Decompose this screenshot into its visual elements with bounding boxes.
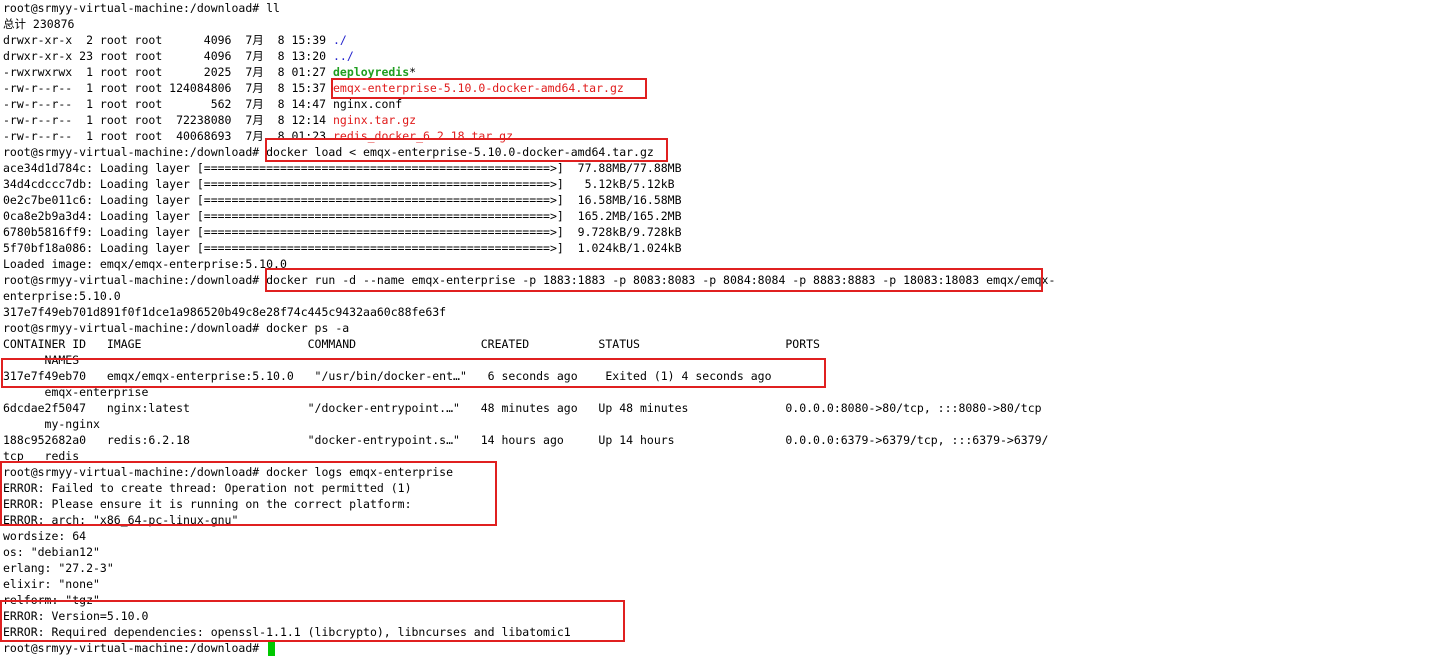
terminal-text: ERROR: Required dependencies: openssl-1.… bbox=[3, 625, 571, 639]
terminal-text: CONTAINER ID IMAGE COMMAND CREATED STATU… bbox=[3, 337, 820, 351]
terminal-text: root@srmyy-virtual-machine:/download# do… bbox=[3, 465, 454, 479]
terminal-line: wordsize: 64 bbox=[3, 528, 86, 544]
terminal-line: -rw-r--r-- 1 root root 124084806 7月 8 15… bbox=[3, 80, 624, 96]
terminal-line: drwxr-xr-x 2 root root 4096 7月 8 15:39 .… bbox=[3, 32, 347, 48]
terminal-line: 188c952682a0 redis:6.2.18 "docker-entryp… bbox=[3, 432, 1048, 448]
terminal-text: 0ca8e2b9a3d4: Loading layer [===========… bbox=[3, 209, 682, 223]
terminal-line: 总计 230876 bbox=[3, 16, 74, 32]
terminal-line: Loaded image: emqx/emqx-enterprise:5.10.… bbox=[3, 256, 287, 272]
terminal-text: ERROR: Please ensure it is running on th… bbox=[3, 497, 412, 511]
terminal-text: ERROR: Failed to create thread: Operatio… bbox=[3, 481, 412, 495]
terminal-text: Loaded image: emqx/emqx-enterprise:5.10.… bbox=[3, 257, 287, 271]
terminal-text: -rwxrwxrwx 1 root root 2025 7月 8 01:27 bbox=[3, 65, 333, 79]
terminal-line: -rw-r--r-- 1 root root 72238080 7月 8 12:… bbox=[3, 112, 416, 128]
terminal-text: -rw-r--r-- 1 root root 72238080 7月 8 12:… bbox=[3, 113, 333, 127]
terminal-text: -rw-r--r-- 1 root root 562 7月 8 14:47 ng… bbox=[3, 97, 403, 111]
terminal-line: root@srmyy-virtual-machine:/download# do… bbox=[3, 464, 453, 480]
terminal-line: ERROR: Required dependencies: openssl-1.… bbox=[3, 624, 571, 640]
terminal-line: ERROR: Please ensure it is running on th… bbox=[3, 496, 412, 512]
terminal-text: 317e7f49eb701d891f0f1dce1a986520b49c8e28… bbox=[3, 305, 447, 319]
terminal-line: my-nginx bbox=[3, 416, 100, 432]
terminal-text: 6dcdae2f5047 nginx:latest "/docker-entry… bbox=[3, 401, 1042, 415]
terminal-text: 0e2c7be011c6: Loading layer [===========… bbox=[3, 193, 682, 207]
terminal-line: ERROR: Version=5.10.0 bbox=[3, 608, 148, 624]
terminal-line: ERROR: Failed to create thread: Operatio… bbox=[3, 480, 412, 496]
terminal-archive-entry: emqx-enterprise-5.10.0-docker-amd64.tar.… bbox=[333, 81, 624, 95]
terminal-line: 5f70bf18a086: Loading layer [===========… bbox=[3, 240, 682, 256]
terminal-window[interactable]: root@srmyy-virtual-machine:/download# ll… bbox=[0, 0, 1444, 660]
terminal-text: root@srmyy-virtual-machine:/download# do… bbox=[3, 273, 1056, 287]
terminal-archive-entry: nginx.tar.gz bbox=[333, 113, 417, 127]
terminal-line: CONTAINER ID IMAGE COMMAND CREATED STATU… bbox=[3, 336, 820, 352]
terminal-text: emqx-enterprise bbox=[3, 385, 149, 399]
terminal-text: drwxr-xr-x 23 root root 4096 7月 8 13:20 bbox=[3, 49, 333, 63]
terminal-text: * bbox=[409, 65, 417, 79]
terminal-line: ace34d1d784c: Loading layer [===========… bbox=[3, 160, 682, 176]
terminal-line: os: "debian12" bbox=[3, 544, 100, 560]
terminal-text: enterprise:5.10.0 bbox=[3, 289, 121, 303]
terminal-line: root@srmyy-virtual-machine:/download# do… bbox=[3, 272, 1055, 288]
terminal-line: elixir: "none" bbox=[3, 576, 100, 592]
terminal-line: 6dcdae2f5047 nginx:latest "/docker-entry… bbox=[3, 400, 1042, 416]
terminal-exec-entry: deployredis bbox=[333, 65, 410, 79]
terminal-line: drwxr-xr-x 23 root root 4096 7月 8 13:20 … bbox=[3, 48, 354, 64]
terminal-text: ERROR: Version=5.10.0 bbox=[3, 609, 149, 623]
terminal-text: ace34d1d784c: Loading layer [===========… bbox=[3, 161, 682, 175]
terminal-dir-entry: ./ bbox=[333, 33, 347, 47]
terminal-line: root@srmyy-virtual-machine:/download# do… bbox=[3, 320, 349, 336]
terminal-text: root@srmyy-virtual-machine:/download# do… bbox=[3, 321, 350, 335]
terminal-line: 34d4cdccc7db: Loading layer [===========… bbox=[3, 176, 675, 192]
terminal-dir-entry: ../ bbox=[333, 49, 354, 63]
terminal-text: drwxr-xr-x 2 root root 4096 7月 8 15:39 bbox=[3, 33, 333, 47]
terminal-text: wordsize: 64 bbox=[3, 529, 87, 543]
terminal-line: 317e7f49eb701d891f0f1dce1a986520b49c8e28… bbox=[3, 304, 446, 320]
terminal-text: relform: "tgz" bbox=[3, 593, 100, 607]
terminal-text: tcp redis bbox=[3, 449, 80, 463]
terminal-text: elixir: "none" bbox=[3, 577, 100, 591]
terminal-line: -rwxrwxrwx 1 root root 2025 7月 8 01:27 d… bbox=[3, 64, 416, 80]
terminal-line: 317e7f49eb70 emqx/emqx-enterprise:5.10.0… bbox=[3, 368, 772, 384]
terminal-text: 6780b5816ff9: Loading layer [===========… bbox=[3, 225, 682, 239]
terminal-line: emqx-enterprise bbox=[3, 384, 149, 400]
terminal-line: tcp redis bbox=[3, 448, 79, 464]
terminal-line: 0ca8e2b9a3d4: Loading layer [===========… bbox=[3, 208, 682, 224]
terminal-text: 34d4cdccc7db: Loading layer [===========… bbox=[3, 177, 675, 191]
terminal-text: 总计 230876 bbox=[3, 17, 75, 31]
terminal-line: 0e2c7be011c6: Loading layer [===========… bbox=[3, 192, 682, 208]
terminal-text: NAMES bbox=[3, 353, 80, 367]
terminal-line: -rw-r--r-- 1 root root 40068693 7月 8 01:… bbox=[3, 128, 513, 144]
terminal-archive-entry: redis_docker_6.2.18.tar.gz bbox=[333, 129, 514, 143]
terminal-text: 5f70bf18a086: Loading layer [===========… bbox=[3, 241, 682, 255]
terminal-text: ERROR: arch: "x86_64-pc-linux-gnu" bbox=[3, 513, 239, 527]
terminal-text: 317e7f49eb70 emqx/emqx-enterprise:5.10.0… bbox=[3, 369, 772, 383]
terminal-line: NAMES bbox=[3, 352, 80, 368]
terminal-text: root@srmyy-virtual-machine:/download# bbox=[3, 641, 267, 655]
terminal-line: enterprise:5.10.0 bbox=[3, 288, 121, 304]
terminal-cursor bbox=[268, 642, 275, 656]
terminal-line: root@srmyy-virtual-machine:/download# bbox=[3, 640, 266, 656]
terminal-line: ERROR: arch: "x86_64-pc-linux-gnu" bbox=[3, 512, 238, 528]
terminal-text: root@srmyy-virtual-machine:/download# ll bbox=[3, 1, 280, 15]
terminal-line: erlang: "27.2-3" bbox=[3, 560, 114, 576]
terminal-text: erlang: "27.2-3" bbox=[3, 561, 114, 575]
terminal-line: root@srmyy-virtual-machine:/download# do… bbox=[3, 144, 654, 160]
terminal-line: 6780b5816ff9: Loading layer [===========… bbox=[3, 224, 682, 240]
terminal-line: -rw-r--r-- 1 root root 562 7月 8 14:47 ng… bbox=[3, 96, 402, 112]
terminal-line: root@srmyy-virtual-machine:/download# ll bbox=[3, 0, 280, 16]
terminal-text: -rw-r--r-- 1 root root 40068693 7月 8 01:… bbox=[3, 129, 333, 143]
terminal-text: -rw-r--r-- 1 root root 124084806 7月 8 15… bbox=[3, 81, 333, 95]
terminal-text: root@srmyy-virtual-machine:/download# do… bbox=[3, 145, 654, 159]
terminal-text: os: "debian12" bbox=[3, 545, 100, 559]
terminal-line: relform: "tgz" bbox=[3, 592, 100, 608]
terminal-text: my-nginx bbox=[3, 417, 100, 431]
terminal-text: 188c952682a0 redis:6.2.18 "docker-entryp… bbox=[3, 433, 1049, 447]
